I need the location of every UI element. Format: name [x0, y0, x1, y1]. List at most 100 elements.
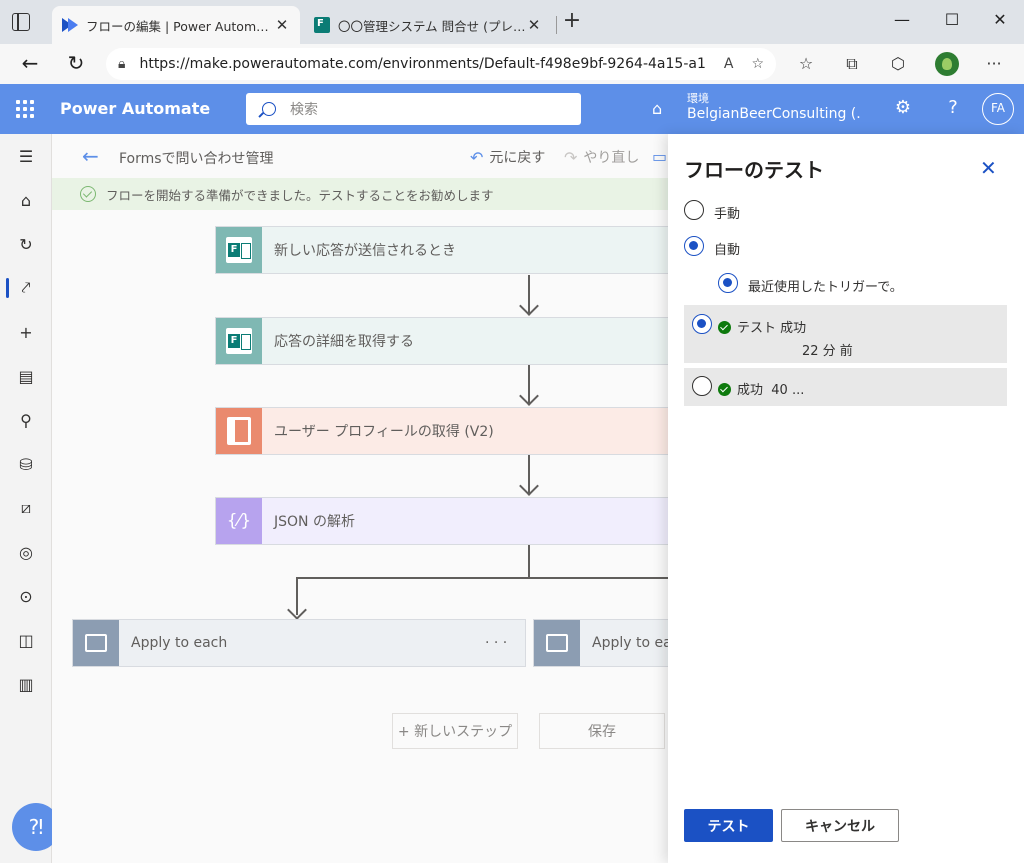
step-label: 新しい応答が送信されるとき [274, 243, 456, 259]
add-favorite-icon[interactable]: ☆ [751, 56, 764, 72]
close-icon[interactable]: ✕ [980, 156, 997, 180]
tab-forms[interactable]: 〇〇管理システム 問合せ (プレビュー) ✕ [304, 6, 552, 44]
user-avatar[interactable]: FA [982, 93, 1014, 125]
flow-step-card[interactable]: 新しい応答が送信されるとき [215, 226, 668, 274]
browser-tab-bar: フローの編集 | Power Automate ✕ 〇〇管理システム 問合せ (… [0, 0, 1024, 44]
step-label: Apply to eac [592, 635, 668, 651]
environment-name[interactable]: BelgianBeerConsulting (... [687, 106, 862, 122]
read-aloud-icon[interactable]: A [724, 56, 734, 72]
run-item[interactable]: テスト 成功 22 分 前 [684, 305, 1007, 363]
minimize-button[interactable]: — [887, 10, 917, 34]
run-radio[interactable] [692, 376, 712, 396]
back-arrow-icon[interactable]: ← [82, 144, 99, 168]
settings-gear-icon[interactable]: ⚙ [892, 97, 914, 119]
test-button[interactable]: テスト [684, 809, 773, 842]
step-label: 応答の詳細を取得する [274, 334, 414, 350]
cancel-button[interactable]: キャンセル [781, 809, 899, 842]
search-placeholder: 検索 [290, 102, 318, 118]
environment-icon[interactable]: ⌂ [652, 99, 662, 118]
templates-icon[interactable]: ▤ [0, 356, 52, 396]
auto-label: 自動 [714, 243, 741, 258]
hamburger-menu-icon[interactable]: ☰ [0, 136, 52, 176]
solutions-icon[interactable]: ◫ [0, 620, 52, 660]
banner-text: フローを開始する準備ができました。テストすることをお勧めします [106, 187, 494, 203]
search-icon [262, 102, 276, 116]
create-icon[interactable]: + [0, 312, 52, 352]
success-check-icon [718, 321, 731, 334]
comments-button[interactable]: ▭ [652, 147, 668, 166]
json-icon: {⁄} [216, 498, 262, 544]
my-flows-icon[interactable]: ⤤ [0, 268, 52, 308]
new-step-button[interactable]: + 新しいステップ [392, 713, 518, 749]
flow-step-card[interactable]: 応答の詳細を取得する [215, 317, 668, 365]
search-input[interactable]: 検索 [246, 93, 581, 125]
success-check-icon [718, 383, 731, 396]
close-icon[interactable]: ✕ [274, 16, 290, 34]
flow-canvas: ← Formsで問い合わせ管理 ↶ 元に戻す ↷ やり直し ▭ フローを開始する… [52, 134, 668, 863]
close-icon[interactable]: ✕ [526, 16, 542, 34]
new-tab-button[interactable]: + [560, 10, 584, 34]
process-mining-icon[interactable]: ⊙ [0, 576, 52, 616]
undo-icon: ↶ [470, 147, 484, 167]
undo-button[interactable]: ↶ 元に戻す [470, 147, 545, 167]
redo-label: やり直し [583, 150, 640, 166]
url-field[interactable]: 🔒︎ https://make.powerautomate.com/enviro… [106, 48, 776, 80]
flow-step-card[interactable]: ユーザー プロフィールの取得 (V2) [215, 407, 668, 455]
run-item[interactable]: 成功 40 ... [684, 368, 1007, 406]
redo-icon: ↷ [564, 147, 578, 167]
browser-essentials-icon[interactable]: ⬡ [886, 52, 910, 76]
auto-radio[interactable] [684, 236, 704, 256]
collections-icon[interactable]: ⧉ [840, 52, 864, 76]
checkmark-circle-icon [80, 186, 96, 202]
help-icon[interactable]: ? [942, 97, 964, 119]
app-title[interactable]: Power Automate [60, 99, 210, 118]
recent-trigger-label: 最近使用したトリガーで。 [748, 280, 903, 295]
connector-arrow [287, 600, 307, 620]
power-automate-logo-icon [62, 18, 78, 32]
tab-actions-icon[interactable] [12, 13, 30, 31]
window-close-button[interactable]: ✕ [985, 10, 1015, 34]
action-items-icon[interactable]: ↻ [0, 224, 52, 264]
step-label: ユーザー プロフィールの取得 (V2) [274, 424, 494, 440]
ai-builder-icon[interactable]: ◎ [0, 532, 52, 572]
forms-icon [216, 318, 262, 364]
apply-to-each-card[interactable]: Apply to eac [533, 619, 668, 667]
recent-trigger-radio[interactable] [718, 273, 738, 293]
redo-button[interactable]: ↷ やり直し [564, 147, 639, 167]
tab-title: フローの編集 | Power Automate [86, 18, 274, 34]
panel-title: フローのテスト [684, 158, 824, 182]
app-header: Power Automate 検索 ⌂ 環境 BelgianBeerConsul… [0, 84, 1024, 134]
tab-power-automate[interactable]: フローの編集 | Power Automate ✕ [52, 6, 300, 44]
step-label: Apply to each [131, 635, 228, 651]
url-text: https://make.powerautomate.com/environme… [139, 56, 706, 72]
save-button[interactable]: 保存 [539, 713, 665, 749]
connector-arrow [519, 476, 539, 496]
more-menu-icon[interactable]: · · · [485, 635, 525, 651]
flow-step-card[interactable]: {⁄} JSON の解析 [215, 497, 668, 545]
address-bar: ← ↻ 🔒︎ https://make.powerautomate.com/en… [0, 44, 1024, 84]
connector-arrow [519, 296, 539, 316]
connectors-icon[interactable]: ⚲ [0, 400, 52, 440]
environment-label: 環境 [687, 92, 709, 105]
branch-line [296, 577, 668, 579]
back-button[interactable]: ← [16, 50, 44, 78]
maximize-button[interactable]: ☐ [937, 10, 967, 34]
loop-icon [534, 620, 580, 666]
run-radio[interactable] [692, 314, 712, 334]
apply-to-each-card[interactable]: Apply to each · · · [72, 619, 526, 667]
manual-radio[interactable] [684, 200, 704, 220]
refresh-button[interactable]: ↻ [62, 50, 90, 78]
favorites-icon[interactable]: ☆ [794, 52, 818, 76]
left-navigation: ☰ ⌂ ↻ ⤤ + ▤ ⚲ ⛁ ⧄ ◎ ⊙ ◫ ▥ [0, 134, 52, 863]
profile-avatar[interactable] [935, 52, 959, 76]
forms-logo-icon [314, 17, 330, 33]
lock-icon: 🔒︎ [118, 56, 126, 72]
app-launcher-icon[interactable] [16, 100, 34, 118]
more-options-icon[interactable]: ··· [982, 52, 1006, 76]
home-icon[interactable]: ⌂ [0, 180, 52, 220]
connector-line [528, 545, 530, 578]
monitor-icon[interactable]: ⧄ [0, 488, 52, 528]
data-icon[interactable]: ⛁ [0, 444, 52, 484]
undo-label: 元に戻す [489, 150, 546, 166]
learn-icon[interactable]: ▥ [0, 664, 52, 704]
